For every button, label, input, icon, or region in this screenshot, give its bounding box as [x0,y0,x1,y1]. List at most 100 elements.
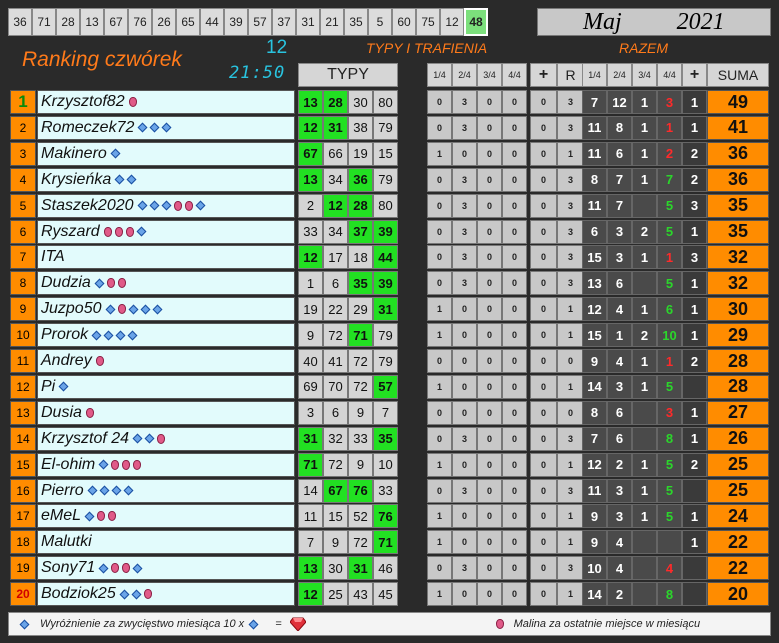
table-row: 3 Makinero 67 66 19 15 1 0 0 0 0 1 11 6 1 2 2 36 [10,141,770,167]
rank-cell: 11 [10,349,36,373]
typ-cell: 80 [373,90,398,114]
total-count-cell: 1 [632,478,657,503]
hit-count-cell: 3 [557,193,584,218]
typ-cell: 12 [298,115,323,140]
player-name: Krysieńka [41,170,112,188]
typ-cell: 35 [348,271,373,296]
total-count-cell: 7 [607,193,632,218]
hit-count-cell: 0 [452,504,477,529]
player-name-cell: Sony71 [37,556,295,581]
typ-cell: 79 [373,167,398,192]
total-count-cell: 2 [607,582,632,607]
total-count-cell: 12 [607,90,632,114]
hit-count-cell: 0 [477,219,502,244]
hit-count-cell: 0 [502,556,527,581]
razem-title: RAZEM [619,40,668,56]
typ-cell: 79 [373,115,398,140]
drawn-number: 5 [368,8,392,36]
diamond-icon [110,148,121,159]
column-header: 2/4 [452,63,477,87]
hit-count-cell: 0 [477,349,502,373]
diamond-icon [127,330,138,341]
diamond-icon [98,459,109,470]
hit-count-cell: 0 [477,167,502,192]
hit-count-cell: 0 [502,219,527,244]
legend-last-place-text: Malina za ostatnie miejsce w miesiącu [513,618,701,630]
hit-count-cell: 1 [557,530,584,555]
diamond-icon [111,485,122,496]
total-count-cell: 11 [582,141,607,166]
suma-cell: 25 [707,452,769,477]
hit-count-cell: 0 [502,504,527,529]
typ-cell: 9 [348,400,373,425]
hit-count-cell: 0 [427,245,452,270]
raspberry-icon [103,226,112,237]
total-count-cell: 11 [582,478,607,503]
player-name: Prorok [41,326,89,344]
plus-cell: 1 [682,323,707,348]
table-row: 20 Bodziok25 12 25 43 45 1 0 0 0 0 1 14 2 8 20 [10,582,770,607]
typ-cell: 72 [348,349,373,373]
rank-cell: 13 [10,400,36,425]
plus-cell: 2 [682,452,707,477]
hit-count-cell: 0 [530,556,557,581]
typ-cell: 17 [323,245,348,270]
player-name: Andrey [41,352,92,369]
hit-count-cell: 0 [530,323,557,348]
hit-count-cell: 0 [427,349,452,373]
hit-count-cell: 3 [452,245,477,270]
total-count-cell [632,271,657,296]
total-count-cell [657,530,682,555]
typ-cell: 19 [348,141,373,166]
total-count-cell: 1 [657,115,682,140]
table-row: 18 Malutki 7 9 72 71 1 0 0 0 0 1 9 4 1 22 [10,530,770,555]
table-row: 19 Sony71 13 30 31 46 0 3 0 0 0 3 10 4 4 22 [10,556,770,581]
total-count-cell: 2 [607,452,632,477]
hit-count-cell: 3 [557,478,584,503]
typ-cell: 37 [348,219,373,244]
typ-cell: 3 [298,400,323,425]
rank-cell: 8 [10,271,36,296]
hit-count-cell: 3 [452,556,477,581]
typ-cell: 40 [298,349,323,373]
total-count-cell: 2 [632,323,657,348]
column-header: 1/4 [582,63,607,87]
diamond-icon [136,226,147,237]
plus-cell: 1 [682,426,707,451]
raspberry-icon [143,589,152,600]
total-count-cell: 6 [607,426,632,451]
typ-cell: 33 [298,219,323,244]
diamond-icon [195,200,205,211]
total-count-cell [632,556,657,581]
total-count-cell: 7 [657,167,682,192]
total-count-cell: 8 [607,115,632,140]
total-count-cell: 3 [607,374,632,399]
drawn-number: 37 [272,8,296,36]
total-count-cell: 7 [607,167,632,192]
gem-icon [289,617,306,631]
typ-cell: 76 [373,504,398,529]
diamond-icon [131,589,142,600]
total-count-cell: 9 [582,530,607,555]
total-count-cell: 1 [632,297,657,322]
hit-count-cell: 0 [452,452,477,477]
hit-count-cell: 0 [427,115,452,140]
diamond-icon [132,433,143,444]
player-name-cell: Romeczek72 [37,115,295,140]
hit-count-cell: 3 [452,115,477,140]
raspberry-icon [128,97,137,107]
diamond-icon [161,122,172,133]
typ-cell: 13 [298,167,323,192]
typ-cell: 12 [323,193,348,218]
raspberry-icon [85,407,94,418]
player-name-cell: Dusia [37,400,295,425]
typ-cell: 12 [298,245,323,270]
plus-cell: 3 [682,193,707,218]
typ-cell: 31 [323,115,348,140]
plus-cell: 1 [682,400,707,425]
hit-count-cell: 0 [452,530,477,555]
rank-cell: 2 [10,115,36,140]
diamond-icon [99,485,110,496]
rank-cell: 10 [10,323,36,348]
hit-count-cell: 0 [477,271,502,296]
